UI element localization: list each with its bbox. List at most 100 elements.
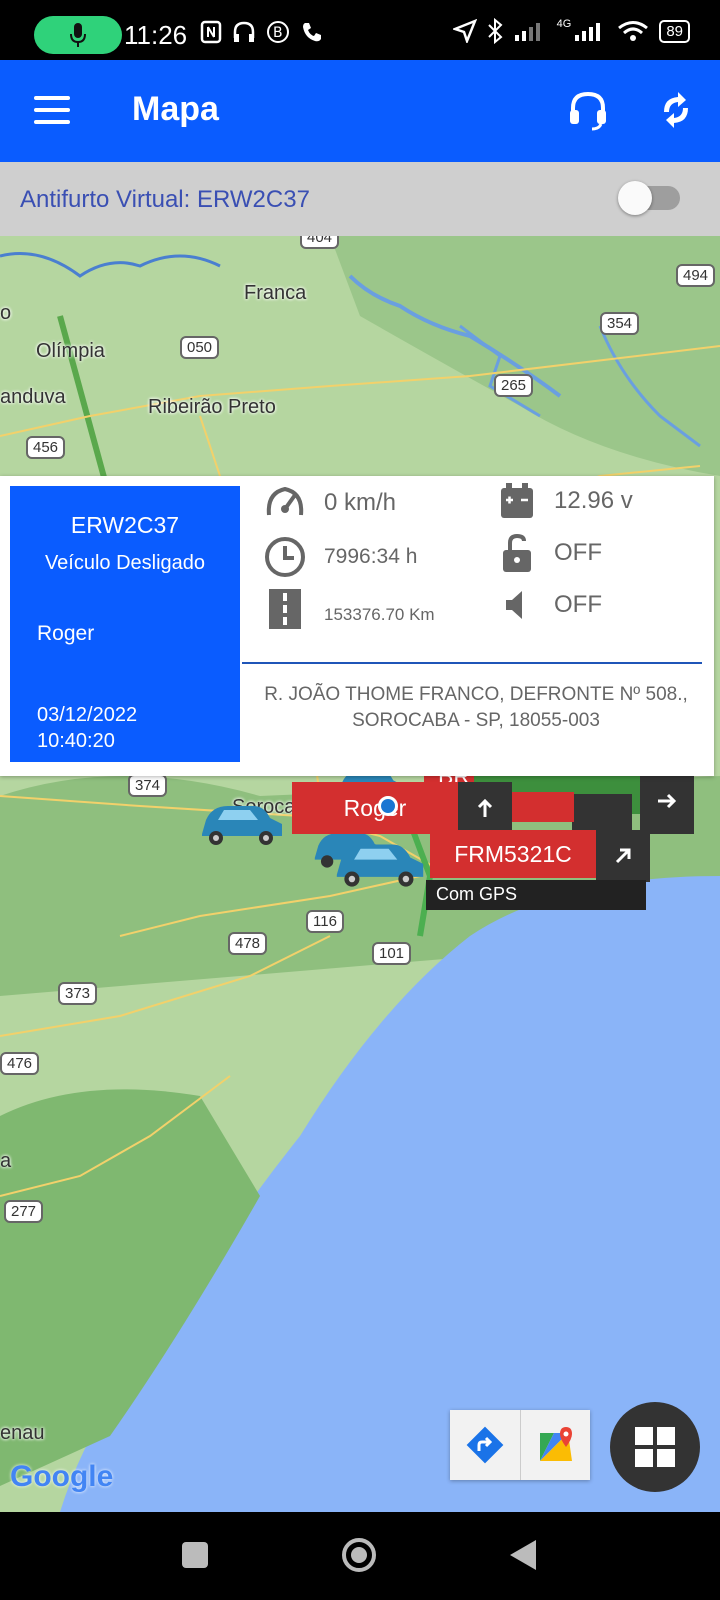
support-button[interactable] <box>566 88 610 132</box>
map-toolbar <box>450 1410 590 1480</box>
arrow-right-icon <box>658 793 677 809</box>
google-maps-icon <box>539 1427 572 1461</box>
odometer-stat: 153376.70 Km <box>264 588 435 630</box>
last-update-date: 03/12/2022 <box>37 704 138 726</box>
bluetooth-icon <box>487 18 503 44</box>
hours-value: 7996:34 h <box>324 545 418 568</box>
vehicle-label-roger[interactable]: Roger <box>292 782 458 834</box>
svg-text:B: B <box>273 25 283 41</box>
vehicle-label-frm[interactable]: FRM5321C <box>430 830 596 878</box>
road-shield: 456 <box>26 436 66 459</box>
arrow-up-icon <box>477 798 493 817</box>
back-button[interactable] <box>510 1540 536 1570</box>
directions-icon <box>466 1426 504 1464</box>
app-bar: Mapa <box>0 60 720 162</box>
road-shield: 354 <box>600 312 640 335</box>
vehicle-car-icon[interactable] <box>332 838 428 892</box>
speaker-icon <box>506 591 522 619</box>
antifurto-label: Antifurto Virtual: ERW2C37 <box>20 186 310 213</box>
location-arrow-icon <box>452 19 477 43</box>
road-shield: 476 <box>0 1052 40 1075</box>
sync-icon <box>664 92 688 128</box>
lock-value: OFF <box>554 539 602 566</box>
vehicle-car-icon[interactable] <box>198 800 286 850</box>
road-shield: 116 <box>306 910 344 933</box>
road-shield: 478 <box>228 932 268 955</box>
menu-button[interactable] <box>34 96 70 124</box>
sound-stat: OFF <box>496 584 602 626</box>
home-button[interactable] <box>342 1538 376 1572</box>
page-title: Mapa <box>132 90 219 128</box>
direction-badge[interactable] <box>458 782 512 834</box>
speedometer-icon <box>266 486 304 516</box>
google-attribution: Google <box>10 1460 113 1494</box>
vehicle-info-card[interactable]: ERW2C37 Veículo Desligado Roger 03/12/20… <box>0 476 714 776</box>
status-time: 11:26 <box>124 20 188 50</box>
refresh-button[interactable] <box>654 88 698 132</box>
google-logo-text: Google <box>10 1460 114 1493</box>
unlock-icon <box>503 533 531 572</box>
road-shield: 404 <box>300 236 340 249</box>
place-label: Franca <box>244 282 307 304</box>
signal-strength-2-icon <box>575 23 601 41</box>
wifi-icon <box>618 21 649 41</box>
road-shield: 101 <box>372 942 412 965</box>
nfc-icon <box>200 20 222 44</box>
vehicle-label[interactable] <box>512 792 574 822</box>
lock-stat: OFF <box>496 532 602 574</box>
network-type: 4G <box>556 18 572 30</box>
gps-status-label: Com GPS <box>426 880 646 910</box>
recents-button[interactable] <box>182 1542 208 1568</box>
microphone-icon <box>70 23 86 47</box>
odometer-value: 153376.70 Km <box>324 605 435 624</box>
headset-icon <box>570 91 606 131</box>
vehicle-status: Veículo Desligado <box>44 552 206 574</box>
map-view[interactable]: Franca Olímpia anduva Ribeirão Preto o S… <box>0 236 720 1512</box>
speed-stat: 0 km/h <box>264 482 396 524</box>
voltage-stat: 12.96 v <box>496 480 633 522</box>
battery-indicator: 89 <box>659 19 690 43</box>
road-shield: 050 <box>180 336 220 359</box>
toggle-knob <box>618 181 652 215</box>
current-location-dot <box>378 796 398 816</box>
driver-name: Roger <box>37 622 95 645</box>
place-label: Ribeirão Preto <box>148 396 276 418</box>
b-notification-icon: B <box>267 21 289 43</box>
speed-value: 0 km/h <box>324 489 397 516</box>
place-label: anduva <box>0 386 66 408</box>
signal-strength-icon <box>514 23 540 41</box>
open-in-maps-button[interactable] <box>520 1410 590 1480</box>
status-bar: 11:26 B 4G 89 <box>0 0 720 60</box>
voltage-value: 12.96 v <box>554 487 633 514</box>
vehicle-address: R. JOÃO THOME FRANCO, DEFRONTE Nº 508., … <box>264 684 688 731</box>
vehicle-summary-panel: ERW2C37 Veículo Desligado Roger 03/12/20… <box>10 486 240 762</box>
antifurto-bar: Antifurto Virtual: ERW2C37 <box>0 162 720 236</box>
menu-grid-button[interactable] <box>610 1402 700 1492</box>
road-shield: 277 <box>4 1200 44 1223</box>
grid-icon <box>635 1427 675 1467</box>
mic-active-indicator[interactable] <box>34 16 122 54</box>
antifurto-toggle[interactable] <box>618 181 680 215</box>
road-icon <box>269 589 301 629</box>
sound-value: OFF <box>554 591 602 618</box>
road-shield: 373 <box>58 982 98 1005</box>
vehicle-plate: ERW2C37 <box>70 512 180 538</box>
road-shield: 494 <box>676 264 716 287</box>
directions-button[interactable] <box>450 1410 520 1480</box>
battery-voltage-icon <box>501 483 533 518</box>
arrow-up-right-icon <box>615 848 631 864</box>
menu-icon <box>34 96 70 100</box>
clock-icon <box>265 537 305 577</box>
place-label: a <box>0 1150 12 1172</box>
road-shield: 374 <box>128 774 168 797</box>
place-label: Olímpia <box>36 340 105 362</box>
last-update: 03/12/2022 10:40:20 <box>37 702 137 754</box>
direction-badge[interactable] <box>640 768 694 834</box>
phone-call-icon <box>303 23 321 42</box>
direction-badge[interactable] <box>596 830 650 882</box>
place-label: enau <box>0 1422 45 1444</box>
last-update-time: 10:40:20 <box>37 730 115 752</box>
card-divider <box>242 662 702 664</box>
road-shield: 265 <box>494 374 534 397</box>
hours-stat: 7996:34 h <box>264 536 417 578</box>
